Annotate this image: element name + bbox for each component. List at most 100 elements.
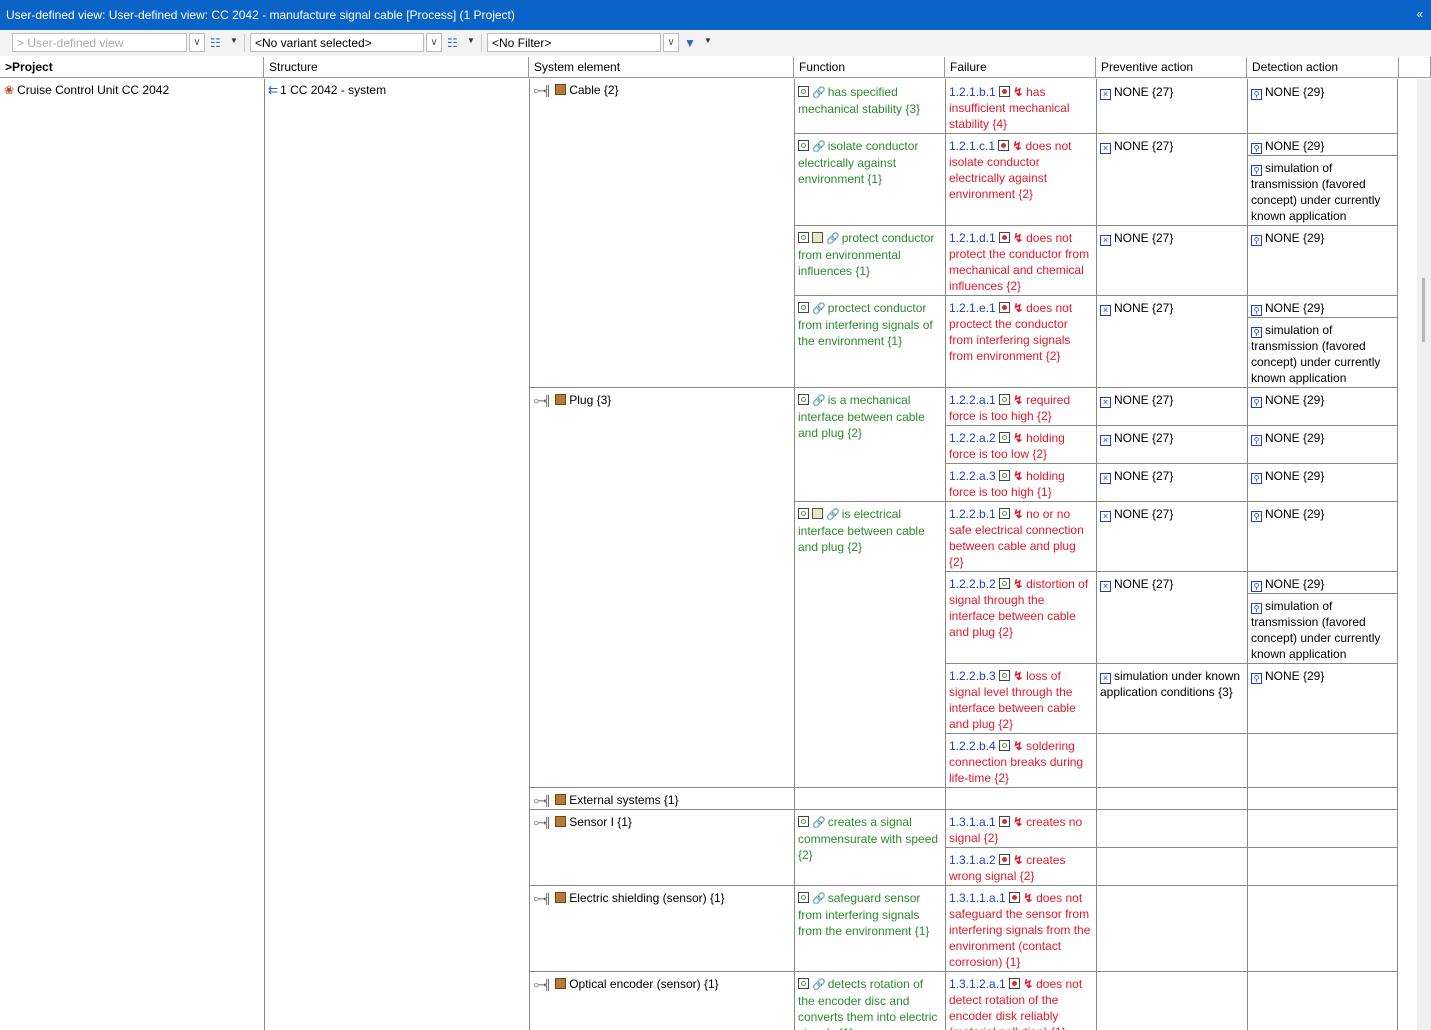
system-element-external-systems[interactable]: ○─╣ External systems {1} <box>529 789 794 810</box>
chevron-down-icon[interactable]: ∨ <box>663 33 679 52</box>
note-icon <box>812 508 823 519</box>
variant-config-icon[interactable]: ☷ <box>447 36 458 50</box>
failure-cell[interactable]: 1.2.2.b.1 ↯ no or no safe electrical conn… <box>945 503 1096 571</box>
failure-cell[interactable]: 1.2.2.a.1 ↯ required force is too high {2… <box>945 389 1096 425</box>
link-icon: 🔗 <box>812 87 826 99</box>
system-element-optical-encoder[interactable]: ○─╣ Optical encoder (sensor) {1} <box>529 973 794 994</box>
function-cell[interactable]: 🔗 creates a signal commensurate with spee… <box>794 811 945 885</box>
lightning-icon: ↯ <box>1013 739 1024 753</box>
failure-cell[interactable]: 1.2.2.b.2 ↯ distortion of signal through … <box>945 573 1096 663</box>
lightning-icon: ↯ <box>1023 977 1034 991</box>
preventive-action-cell[interactable]: × NONE {27} <box>1096 465 1247 484</box>
collapse-panel-button[interactable]: « <box>1416 7 1423 21</box>
variant-select[interactable]: <No variant selected> <box>250 33 424 52</box>
failure-cell[interactable]: 1.3.1.a.2 ↯ creates wrong signal {2} <box>945 849 1096 885</box>
prevention-icon: × <box>1100 305 1111 316</box>
system-element-cable[interactable]: ○─╣ Cable {2} <box>529 79 794 100</box>
view-toolbar: > User-defined view ∨ ☷ ▼ <No variant se… <box>0 30 1431 56</box>
failure-cell[interactable]: 1.2.2.b.4 ↯ soldering connection breaks d… <box>945 735 1096 787</box>
preventive-action-cell[interactable]: × NONE {27} <box>1096 227 1247 246</box>
detection-action-cell[interactable]: ⚲ NONE {29} <box>1247 135 1398 154</box>
link-icon: 🔗 <box>812 303 826 315</box>
magnifier-icon: ⚲ <box>1251 305 1262 316</box>
failure-cell[interactable]: 1.2.1.b.1 ↯ has insufficient mechanical s… <box>945 81 1096 133</box>
detection-action-cell[interactable]: ⚲ NONE {29} <box>1247 503 1398 522</box>
chevron-down-icon[interactable]: ∨ <box>426 33 442 52</box>
view-config-dropdown-icon[interactable]: ▼ <box>230 36 238 45</box>
scrollbar-thumb[interactable] <box>1422 278 1425 342</box>
function-cell[interactable]: 🔗 is a mechanical interface between cable… <box>794 389 945 501</box>
detection-action-cell[interactable]: ⚲ NONE {29} <box>1247 665 1398 684</box>
function-icon <box>798 508 809 519</box>
system-element-electric-shielding[interactable]: ○─╣ Electric shielding (sensor) {1} <box>529 887 794 908</box>
link-icon: 🔗 <box>826 233 840 245</box>
vertical-scrollbar[interactable] <box>1417 79 1431 1030</box>
failure-cell[interactable]: 1.2.1.d.1 ↯ does not protect the conducto… <box>945 227 1096 295</box>
detection-action-cell[interactable]: ⚲ simulation of transmission (favored con… <box>1247 595 1398 663</box>
failure-cell[interactable]: 1.3.1.2.a.1 ↯ does not detect rotation of… <box>945 973 1096 1030</box>
structure-tree-icon: ⇇ <box>268 83 279 97</box>
failure-cell[interactable]: 1.3.1.1.a.1 ↯ does not safeguard the sens… <box>945 887 1096 971</box>
column-header-system-element[interactable]: System element <box>529 57 794 78</box>
preventive-action-cell[interactable]: × NONE {27} <box>1096 81 1247 100</box>
variant-config-dropdown-icon[interactable]: ▼ <box>467 36 475 45</box>
filter-dropdown-icon[interactable]: ▼ <box>704 36 712 45</box>
column-header-preventive-action[interactable]: Preventive action <box>1096 57 1247 78</box>
preventive-action-cell[interactable]: × NONE {27} <box>1096 573 1247 592</box>
link-icon: 🔗 <box>812 893 826 905</box>
detection-action-cell[interactable]: ⚲ NONE {29} <box>1247 297 1398 316</box>
column-header-detection-action[interactable]: Detection action <box>1247 57 1399 78</box>
failure-mode-icon <box>999 432 1011 443</box>
detection-action-cell[interactable]: ⚲ NONE {29} <box>1247 81 1398 100</box>
filter-select[interactable]: <No Filter> <box>487 33 661 52</box>
failure-cell[interactable]: 1.2.1.c.1 ↯ does not isolate conductor el… <box>945 135 1096 225</box>
column-header-function[interactable]: Function <box>794 57 945 78</box>
failure-mode-icon <box>999 740 1011 751</box>
filter-funnel-icon[interactable]: ▼ <box>684 36 696 50</box>
detection-action-cell[interactable]: ⚲ NONE {29} <box>1247 227 1398 246</box>
function-cell[interactable]: 🔗 is electrical interface between cable a… <box>794 503 945 787</box>
prevention-icon: × <box>1100 581 1111 592</box>
link-icon: 🔗 <box>812 979 826 991</box>
component-icon <box>555 978 567 989</box>
preventive-action-cell[interactable]: × NONE {27} <box>1096 297 1247 316</box>
detection-action-cell[interactable]: ⚲ NONE {29} <box>1247 465 1398 484</box>
column-header-failure[interactable]: Failure <box>945 57 1096 78</box>
preventive-action-cell[interactable]: × NONE {27} <box>1096 135 1247 154</box>
function-cell[interactable]: 🔗 protect conductor from environmental in… <box>794 227 945 295</box>
failure-cell[interactable]: 1.2.2.b.3 ↯ loss of signal level through … <box>945 665 1096 733</box>
user-defined-view-select[interactable]: > User-defined view <box>12 33 187 52</box>
failure-cell[interactable]: 1.2.2.a.2 ↯ holding force is too low {2} <box>945 427 1096 463</box>
detection-action-cell[interactable]: ⚲ NONE {29} <box>1247 427 1398 446</box>
function-cell[interactable]: 🔗 detects rotation of the encoder disc an… <box>794 973 945 1030</box>
preventive-action-cell[interactable]: × NONE {27} <box>1096 427 1247 446</box>
function-cell[interactable]: 🔗 proctect conductor from interfering sig… <box>794 297 945 387</box>
window-title-bar: User-defined view: User-defined view: CC… <box>0 0 1431 30</box>
preventive-action-cell[interactable]: × NONE {27} <box>1096 503 1247 522</box>
view-config-icon[interactable]: ☷ <box>210 36 221 50</box>
project-cell[interactable]: ❀ Cruise Control Unit CC 2042 <box>0 79 264 99</box>
column-header-structure[interactable]: Structure <box>264 57 529 78</box>
grid-line <box>264 79 265 1030</box>
detection-action-cell[interactable]: ⚲ NONE {29} <box>1247 573 1398 592</box>
detection-action-cell[interactable]: ⚲ NONE {29} <box>1247 389 1398 408</box>
failure-cell[interactable]: 1.2.1.e.1 ↯ does not proctect the conduct… <box>945 297 1096 387</box>
detection-action-cell[interactable]: ⚲ simulation of transmission (favored con… <box>1247 157 1398 225</box>
chevron-down-icon[interactable]: ∨ <box>189 33 205 52</box>
function-cell[interactable]: 🔗 has specified mechanical stability {3} <box>794 81 945 133</box>
system-element-plug[interactable]: ○─╣ Plug {3} <box>529 389 794 410</box>
detection-action-cell[interactable]: ⚲ simulation of transmission (favored con… <box>1247 319 1398 387</box>
column-header-project[interactable]: >Project <box>0 57 264 78</box>
failure-mode-icon <box>999 816 1011 827</box>
function-cell[interactable]: 🔗 isolate conductor electrically against … <box>794 135 945 225</box>
failure-cell[interactable]: 1.3.1.a.1 ↯ creates no signal {2} <box>945 811 1096 847</box>
failure-cell[interactable]: 1.2.2.a.3 ↯ holding force is too high {1} <box>945 465 1096 501</box>
structure-cell[interactable]: ⇇ 1 CC 2042 - system <box>264 79 529 99</box>
preventive-action-cell[interactable]: × NONE {27} <box>1096 389 1247 408</box>
function-cell[interactable]: 🔗 safeguard sensor from interfering signa… <box>794 887 945 971</box>
tree-branch-icon: ○─╣ <box>533 796 551 807</box>
project-gear-icon: ❀ <box>4 83 15 97</box>
system-element-sensor[interactable]: ○─╣ Sensor I {1} <box>529 811 794 832</box>
preventive-action-cell[interactable]: × simulation under known application cond… <box>1096 665 1247 733</box>
toolbar-separator <box>244 34 245 52</box>
